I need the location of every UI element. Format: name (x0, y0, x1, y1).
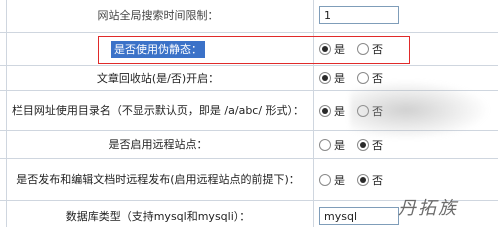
search-time-limit-input[interactable]: 1 (319, 6, 399, 24)
highlight-box (98, 36, 410, 64)
radio-label: 否 (372, 173, 383, 187)
row-label: 是否发布和编辑文档时远程发布(启用远程站点的前提下)： (6, 159, 310, 200)
row-label: 是否启用远程站点： (6, 131, 310, 158)
radio-label: 是 (334, 72, 345, 85)
row-label: 数据库类型（支持mysql和mysqli）： (6, 201, 310, 231)
row-label: 栏目网址使用目录名（不显示默认页，即是 /a/abc/ 形式）： (6, 91, 310, 130)
radio-group: 是 否 (319, 172, 395, 188)
radio-label: 是 (334, 104, 345, 118)
row-label-text: 是否启用远程站点： (108, 138, 208, 151)
row-label-text: 栏目网址使用目录名（不显示默认页，即是 /a/abc/ 形式）： (11, 104, 305, 117)
row-label: 网站全局搜索时间限制： (6, 0, 310, 32)
row-label-text: 网站全局搜索时间限制： (97, 9, 219, 22)
database-type-input[interactable]: mysql (319, 207, 399, 225)
radio-button[interactable] (319, 173, 331, 186)
radio-option-yes[interactable]: 是 (319, 70, 345, 86)
row-label-text: 是否发布和编辑文档时远程发布(启用远程站点的前提下)： (16, 173, 300, 186)
input-value: mysql (324, 209, 357, 223)
radio-option-yes[interactable]: 是 (319, 103, 345, 119)
input-value: 1 (324, 8, 331, 22)
radio-button[interactable] (357, 173, 369, 186)
watermark-logo: 丹拓族 (398, 198, 458, 219)
radio-button[interactable] (357, 138, 369, 151)
table-row: 网站全局搜索时间限制： 1 (0, 0, 498, 33)
row-label: 文章回收站(是/否)开启： (6, 66, 310, 90)
blurred-watermark (350, 80, 490, 140)
row-label-text: 文章回收站(是/否)开启： (96, 71, 220, 85)
radio-button[interactable] (319, 138, 331, 151)
radio-option-yes[interactable]: 是 (319, 137, 345, 153)
row-label-text: 数据库类型（支持mysql和mysqli）： (65, 209, 251, 223)
radio-button[interactable] (319, 72, 331, 84)
row-control: 1 (313, 0, 498, 32)
radio-label: 是 (334, 173, 345, 187)
radio-option-yes[interactable]: 是 (319, 172, 345, 188)
radio-label: 是 (334, 138, 345, 152)
radio-option-no[interactable]: 否 (357, 172, 383, 188)
radio-button[interactable] (319, 104, 331, 117)
